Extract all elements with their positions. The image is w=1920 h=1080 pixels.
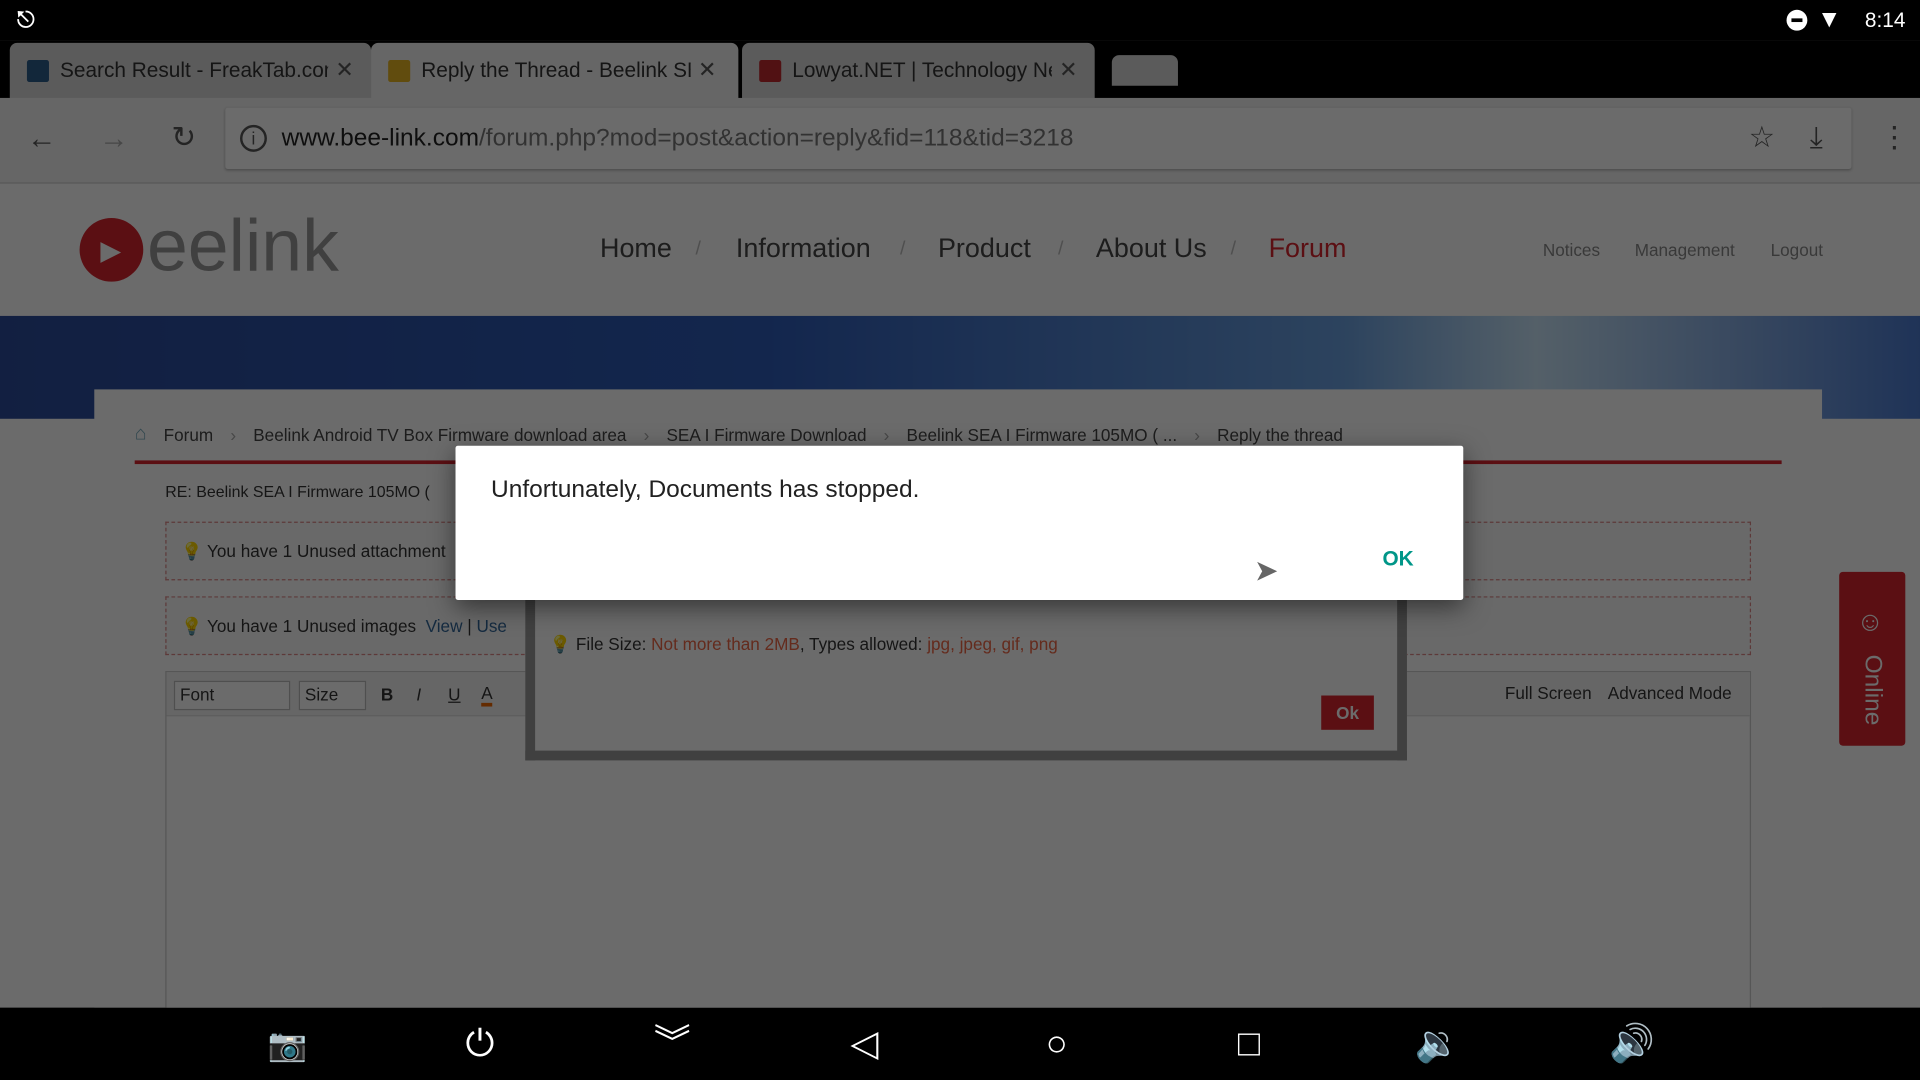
recents-icon[interactable]: □ [1224,1020,1273,1069]
favicon-icon [26,59,49,82]
tab-title: Search Result - FreakTab.com [60,58,329,82]
new-tab-button[interactable] [1111,55,1178,86]
online-label: Online [1859,654,1887,726]
nav-information[interactable]: Information [736,233,871,265]
tab-freaktab[interactable]: Search Result - FreakTab.com ✕ [9,42,372,98]
info-icon[interactable]: i [240,124,267,152]
favicon-icon [759,59,782,82]
back-icon[interactable]: ◁ [840,1020,889,1069]
close-tab-icon[interactable]: ✕ [335,58,353,84]
url-path: /forum.php?mod=post&action=reply&fid=118… [478,124,1074,152]
crumb-reply: Reply the thread [1217,424,1343,445]
link-icon: ⎋ [17,7,35,32]
mouse-cursor-icon: ➤ [1253,554,1279,588]
notices-link[interactable]: Notices [1543,240,1600,260]
online-chat-button[interactable]: ☺ Online [1839,571,1906,746]
nav-home[interactable]: Home [600,233,672,265]
nav-about-us[interactable]: About Us [1096,233,1207,265]
subject-field[interactable]: RE: Beelink SEA I Firmware 105MO ( [165,482,430,500]
menu-icon[interactable]: ⋮ [1880,123,1909,153]
tab-title: Lowyat.NET | Technology News [792,58,1051,82]
system-nav-bar: 📷 ⏻ ︾ ◁ ○ □ 🔉 🔊 [0,1007,1920,1080]
close-tab-icon[interactable]: ✕ [1059,58,1077,84]
chat-icon: ☺ [1856,606,1884,637]
url-host: www.bee-link.com [281,124,479,152]
logo-text: eelink [146,204,339,287]
tab-title: Reply the Thread - Beelink SEA [421,58,691,82]
close-tab-icon[interactable]: ✕ [698,58,716,84]
crumb-area[interactable]: Beelink Android TV Box Firmware download… [253,425,626,445]
size-select[interactable]: Size [298,680,367,711]
home-icon[interactable]: ⌂ [135,424,147,446]
crumb-sea[interactable]: SEA I Firmware Download [666,425,866,445]
clock: 8:14 [1864,8,1906,32]
collapse-icon[interactable]: ︾ [648,1020,697,1069]
nav-forum[interactable]: Forum [1269,233,1347,265]
power-icon[interactable]: ⏻ [456,1020,505,1069]
screenshot-icon[interactable]: 📷 [263,1020,312,1069]
do-not-disturb-icon [1786,9,1808,31]
management-link[interactable]: Management [1635,240,1735,260]
logout-link[interactable]: Logout [1771,240,1823,260]
wifi-icon: ▼ [1817,6,1842,34]
use-link[interactable]: Use [476,616,506,636]
font-select[interactable]: Font [173,680,291,711]
tab-strip: Search Result - FreakTab.com ✕ Reply the… [0,40,1920,98]
volume-up-icon[interactable]: 🔊 [1608,1020,1657,1069]
upload-ok-button[interactable]: Ok [1321,695,1374,730]
tab-beelink[interactable]: Reply the Thread - Beelink SEA ✕ [371,42,739,98]
view-link[interactable]: View [426,616,463,636]
full-screen-button[interactable]: Full Screen [1505,683,1592,703]
forward-icon[interactable]: → [99,124,128,154]
home-icon[interactable]: ○ [1032,1020,1081,1069]
crumb-thread[interactable]: Beelink SEA I Firmware 105MO ( ... [907,425,1178,445]
volume-down-icon[interactable]: 🔉 [1413,1020,1462,1069]
breadcrumb: ⌂ Forum › Beelink Android TV Box Firmware… [134,423,1343,446]
font-color-button[interactable]: A [481,683,493,707]
dialog-ok-button[interactable]: OK [1382,547,1413,571]
nav-product[interactable]: Product [938,233,1031,265]
browser-toolbar: ← → ↻ i www.bee-link.com /forum.php?mod=… [0,97,1920,184]
italic-button[interactable]: I [416,684,421,704]
dialog-message: Unfortunately, Documents has stopped. [491,476,920,504]
crumb-forum[interactable]: Forum [164,425,214,445]
download-icon[interactable]: ⤓ [1810,123,1823,153]
address-bar[interactable]: i www.bee-link.com /forum.php?mod=post&a… [225,107,1852,169]
upload-popup: 💡 File Size: Not more than 2MB, Types al… [525,597,1407,761]
tab-lowyat[interactable]: Lowyat.NET | Technology News ✕ [742,42,1095,98]
star-icon[interactable]: ☆ [1749,123,1775,153]
bold-button[interactable]: B [381,684,393,704]
back-icon[interactable]: ← [27,124,56,154]
status-bar: ⎋ ▼ 8:14 [0,0,1920,41]
underline-button[interactable]: U [448,684,460,704]
screen: ⎋ ▼ 8:14 Search Result - FreakTab.com ✕ … [0,0,1920,1080]
favicon-icon [388,59,411,82]
app-crash-dialog: Unfortunately, Documents has stopped. OK… [455,445,1464,601]
advanced-mode-button[interactable]: Advanced Mode [1608,683,1732,703]
beelink-logo[interactable]: ▶ [79,217,144,282]
reload-icon[interactable]: ↻ [171,123,196,153]
